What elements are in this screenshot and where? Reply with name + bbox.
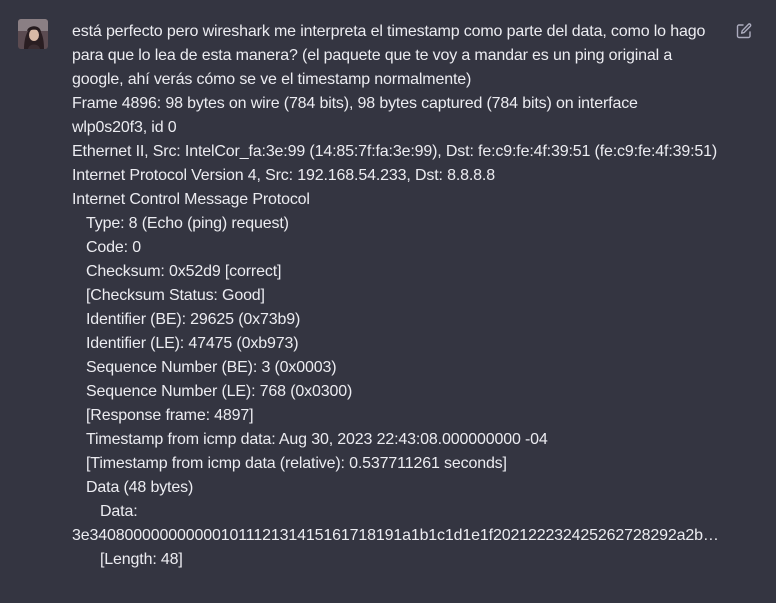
icmp-field: Checksum: 0x52d9 [correct] — [86, 263, 282, 280]
data-hex: 3e340800000000000101112131415161718191a1… — [72, 527, 719, 544]
data-label: Data: — [100, 503, 138, 520]
message-line: para que lo lea de esta manera? (el paqu… — [72, 47, 673, 64]
icmp-field: [Timestamp from icmp data (relative): 0.… — [86, 455, 507, 472]
ip-line: Internet Protocol Version 4, Src: 192.16… — [72, 167, 495, 184]
icmp-field: Identifier (LE): 47475 (0xb973) — [86, 335, 299, 352]
frame-line: wlp0s20f3, id 0 — [72, 119, 177, 136]
ethernet-line: Ethernet II, Src: IntelCor_fa:3e:99 (14:… — [72, 143, 718, 160]
icmp-field: Sequence Number (LE): 768 (0x0300) — [86, 383, 353, 400]
icmp-field: Type: 8 (Echo (ping) request) — [86, 215, 289, 232]
icmp-header: Internet Control Message Protocol — [72, 191, 310, 208]
icmp-field: Code: 0 — [86, 239, 141, 256]
message-line: google, ahí verás cómo se ve el timestam… — [72, 71, 472, 88]
user-avatar — [18, 19, 48, 49]
icmp-field: Identifier (BE): 29625 (0x73b9) — [86, 311, 301, 328]
frame-line: Frame 4896: 98 bytes on wire (784 bits),… — [72, 95, 638, 112]
icmp-field: [Response frame: 4897] — [86, 407, 254, 424]
message-content: está perfecto pero wireshark me interpre… — [72, 20, 732, 572]
edit-icon — [736, 23, 752, 39]
icmp-field: Data (48 bytes) — [86, 479, 194, 496]
message-line: está perfecto pero wireshark me interpre… — [72, 23, 706, 40]
length-line: [Length: 48] — [100, 551, 183, 568]
avatar-image — [18, 19, 48, 49]
icmp-field: [Checksum Status: Good] — [86, 287, 265, 304]
user-message: está perfecto pero wireshark me interpre… — [0, 0, 776, 603]
edit-message-button[interactable] — [735, 22, 753, 40]
icmp-field: Sequence Number (BE): 3 (0x0003) — [86, 359, 337, 376]
icmp-field: Timestamp from icmp data: Aug 30, 2023 2… — [86, 431, 548, 448]
